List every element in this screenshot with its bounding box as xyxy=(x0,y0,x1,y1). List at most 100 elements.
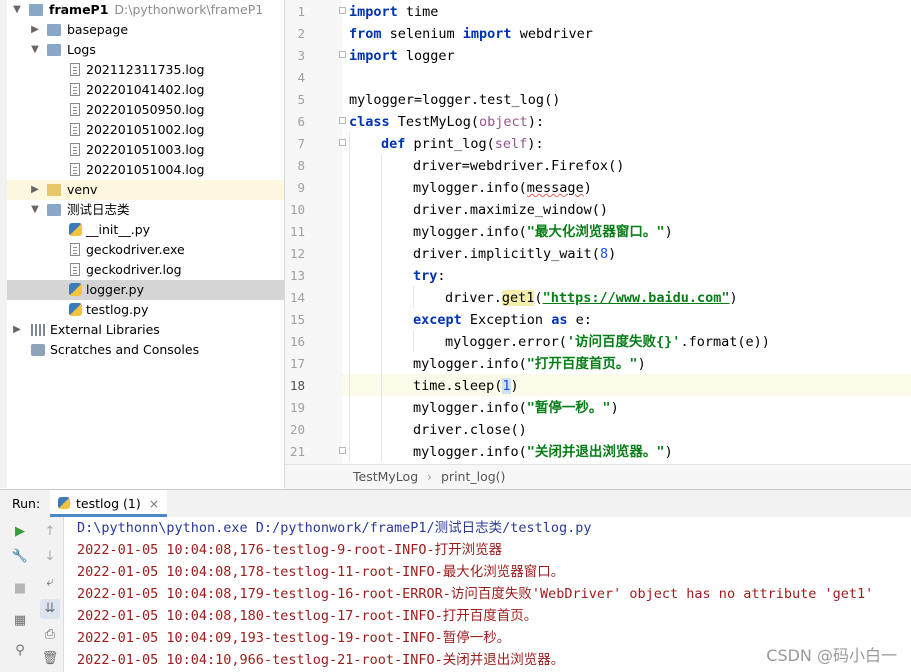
tree-item-basepage[interactable]: ▶ basepage xyxy=(7,20,284,40)
code-line: except Exception as e: xyxy=(413,312,592,328)
line-number: 1 xyxy=(297,4,305,19)
code-editor[interactable]: 1 2 3 4 5 6 7 8 9 10 11 12 13 14 15 16 1… xyxy=(285,0,911,464)
code-line: driver.get1("https://www.baidu.com") xyxy=(445,290,738,306)
tree-item-venv[interactable]: ▶ venv xyxy=(7,180,284,200)
run-icon[interactable]: ▶ xyxy=(10,522,30,542)
soft-wrap-icon[interactable]: ⤶ xyxy=(40,573,60,593)
indent-guide xyxy=(349,132,350,462)
indent-guide xyxy=(413,330,414,352)
fold-marker[interactable] xyxy=(339,7,346,14)
line-number: 6 xyxy=(297,114,305,129)
trash-icon[interactable]: 🗑 xyxy=(40,649,60,669)
run-tab-testlog[interactable]: testlog (1) × xyxy=(50,490,168,517)
code-line: mylogger.info("打开百度首页。") xyxy=(413,356,646,372)
layout-icon[interactable]: ▦ xyxy=(10,611,30,631)
code-line: driver.implicitly_wait(8) xyxy=(413,246,617,262)
indent-guide xyxy=(413,286,414,308)
scratches-icon xyxy=(31,344,45,356)
tree-item-label: Logs xyxy=(67,42,96,57)
chevron-right-icon[interactable]: ▶ xyxy=(29,180,41,200)
code-line: mylogger.info("最大化浏览器窗口。") xyxy=(413,224,673,240)
line-number: 3 xyxy=(297,48,305,63)
tree-root-frameP1[interactable]: ▼ frameP1 D:\pythonwork\frameP1 xyxy=(7,0,284,20)
fold-marker[interactable] xyxy=(339,117,346,124)
line-number: 9 xyxy=(297,180,305,195)
exe-file-icon xyxy=(70,243,80,256)
tree-item-geckodriver-exe[interactable]: geckodriver.exe xyxy=(7,240,284,260)
close-icon[interactable]: × xyxy=(149,496,159,511)
line-number: 2 xyxy=(297,26,305,41)
chevron-down-icon[interactable]: ▼ xyxy=(29,40,41,60)
code-line: driver=webdriver.Firefox() xyxy=(413,158,625,174)
line-number: 11 xyxy=(289,224,305,239)
fold-marker[interactable] xyxy=(339,447,346,454)
line-number: 15 xyxy=(289,312,305,327)
breadcrumb-separator: › xyxy=(427,469,432,484)
tree-item-geckodriver-log[interactable]: geckodriver.log xyxy=(7,260,284,280)
run-tool-header: Run: testlog (1) × xyxy=(0,489,911,518)
console-command-line: D:\pythonn\python.exe D:/pythonwork/fram… xyxy=(77,520,592,536)
up-arrow-icon[interactable]: ↑ xyxy=(40,522,60,542)
tree-item-label: basepage xyxy=(67,22,129,37)
line-number: 18 xyxy=(289,378,305,393)
tree-item-test-log-folder[interactable]: ▼ 测试日志类 xyxy=(7,200,284,220)
tree-item-log-file[interactable]: 202201041402.log xyxy=(7,80,284,100)
tree-item-label: logger.py xyxy=(86,282,144,297)
tree-item-label: 测试日志类 xyxy=(67,202,130,217)
fold-marker[interactable] xyxy=(339,51,346,58)
line-number: 17 xyxy=(289,356,305,371)
chevron-right-icon[interactable]: ▶ xyxy=(11,320,23,340)
chevron-right-icon[interactable]: ▶ xyxy=(29,20,41,40)
code-line: try: xyxy=(413,268,446,284)
line-number: 8 xyxy=(297,158,305,173)
scroll-to-end-icon[interactable]: ⇊ xyxy=(40,599,60,619)
code-line: import time xyxy=(349,4,439,20)
line-number: 4 xyxy=(297,70,305,85)
console-log-line: 2022-01-05 10:04:08,178-testlog-11-root-… xyxy=(77,564,565,580)
chevron-down-icon[interactable]: ▼ xyxy=(29,200,41,220)
tree-item-log-file[interactable]: 202201051002.log xyxy=(7,120,284,140)
tree-item-scratches[interactable]: Scratches and Consoles xyxy=(7,340,284,360)
log-file-icon xyxy=(70,63,80,76)
log-file-icon xyxy=(70,123,80,136)
python-file-icon xyxy=(69,283,82,296)
fold-marker[interactable] xyxy=(339,139,346,146)
down-arrow-icon[interactable]: ↓ xyxy=(40,547,60,567)
tree-item-label: geckodriver.exe xyxy=(86,242,185,257)
print-icon[interactable]: ⎙ xyxy=(40,625,60,645)
watermark: CSDN @码小白一 xyxy=(766,646,897,665)
log-file-icon xyxy=(70,263,80,276)
tree-item-label: Scratches and Consoles xyxy=(50,342,200,357)
tree-item-log-file[interactable]: 202201050950.log xyxy=(7,100,284,120)
tree-item-logs[interactable]: ▼ Logs xyxy=(7,40,284,60)
code-line: import logger xyxy=(349,48,455,64)
line-number: 12 xyxy=(289,246,305,261)
tree-item-testlog-py[interactable]: testlog.py xyxy=(7,300,284,320)
tree-item-log-file[interactable]: 202201051003.log xyxy=(7,140,284,160)
line-number: 7 xyxy=(297,136,305,151)
line-number: 16 xyxy=(289,334,305,349)
line-number: 21 xyxy=(289,444,305,459)
python-icon xyxy=(58,497,70,509)
run-toolbar: ▶ 🔧 ■ ▦ ⚲ ↑ ↓ ⤶ ⇊ ⎙ 🗑 xyxy=(0,517,64,672)
tree-item-external-libraries[interactable]: ▶ External Libraries xyxy=(7,320,284,340)
console-log-line: 2022-01-05 10:04:08,176-testlog-9-root-I… xyxy=(77,542,503,558)
chevron-down-icon[interactable]: ▼ xyxy=(11,0,23,20)
library-icon xyxy=(31,324,45,336)
breadcrumb-method[interactable]: print_log() xyxy=(441,465,505,489)
stop-icon[interactable]: ■ xyxy=(10,579,30,599)
breadcrumb-class[interactable]: TestMyLog xyxy=(353,465,418,489)
breadcrumb: TestMyLog › print_log() xyxy=(285,464,911,489)
tree-item-label: External Libraries xyxy=(50,322,160,337)
tree-item-init-py[interactable]: __init__.py xyxy=(7,220,284,240)
pin-icon[interactable]: ⚲ xyxy=(10,641,30,661)
python-file-icon xyxy=(69,223,82,236)
code-line: def print_log(self): xyxy=(381,136,544,152)
code-line: class TestMyLog(object): xyxy=(349,114,545,130)
code-line: mylogger.info("关闭并退出浏览器。") xyxy=(413,444,673,460)
code-line: driver.close() xyxy=(413,422,527,438)
wrench-icon[interactable]: 🔧 xyxy=(10,547,30,567)
tree-item-log-file[interactable]: 202112311735.log xyxy=(7,60,284,80)
tree-item-log-file[interactable]: 202201051004.log xyxy=(7,160,284,180)
tree-item-logger-py[interactable]: logger.py xyxy=(7,280,284,300)
